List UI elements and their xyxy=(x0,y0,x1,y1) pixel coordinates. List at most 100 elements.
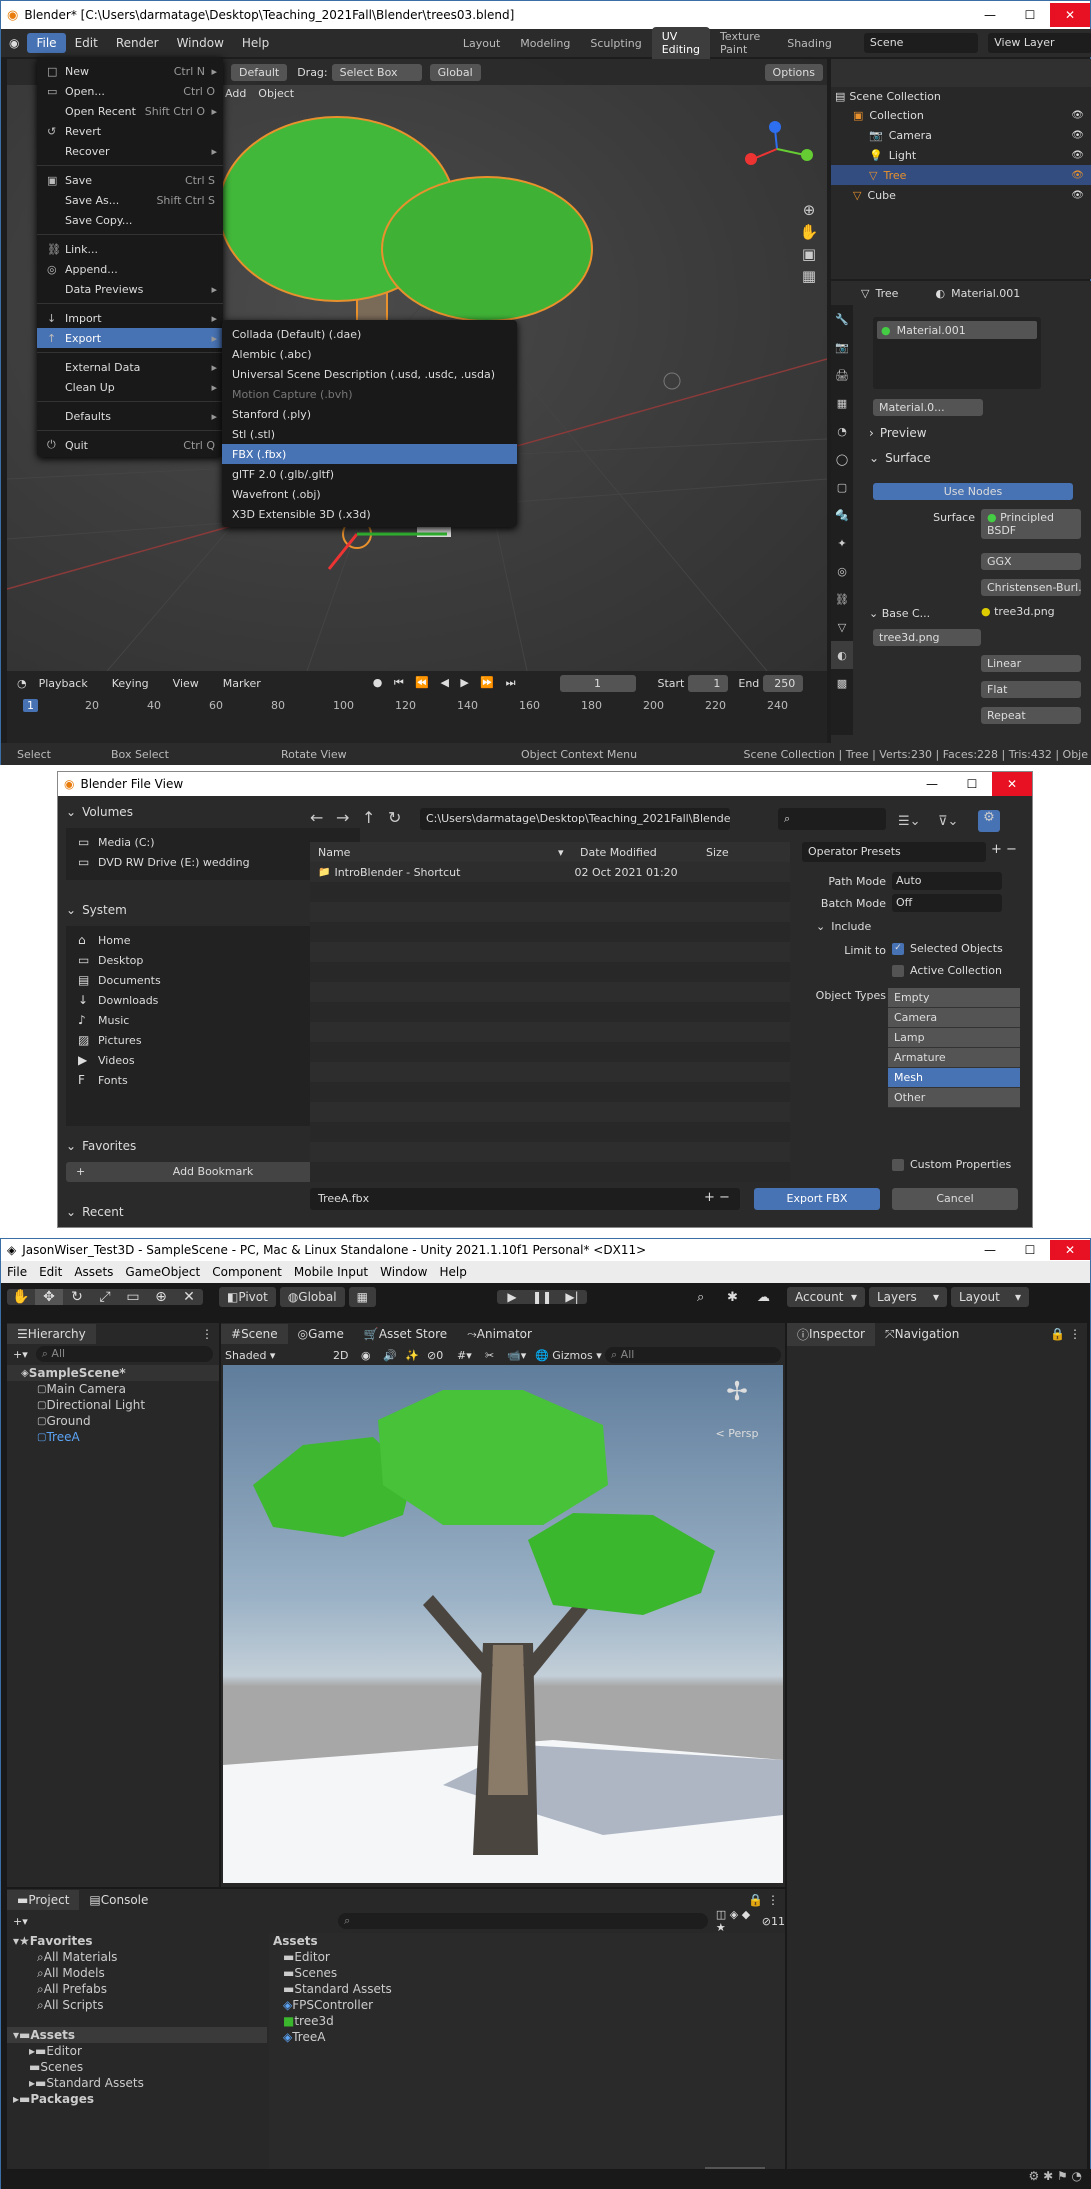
assets-breadcrumb[interactable]: Assets xyxy=(269,1933,785,1949)
layers-dropdown[interactable]: Layers ▾ xyxy=(869,1287,947,1307)
extension-dropdown[interactable]: Repeat xyxy=(981,707,1081,724)
unity-status-icons[interactable]: ⚙ ✱ ⚑ ◔ xyxy=(1,2169,1091,2189)
workspace-modeling[interactable]: Modeling xyxy=(510,34,580,53)
orientation-dropdown[interactable]: Global xyxy=(429,63,481,81)
visibility-eye-icon[interactable]: 👁 xyxy=(1071,130,1084,141)
use-nodes-button[interactable]: Use Nodes xyxy=(873,483,1073,500)
export-menu-item[interactable]: Universal Scene Description (.usd, .usdc… xyxy=(222,364,517,384)
export-menu-item[interactable]: Stl (.stl) xyxy=(222,424,517,444)
timeline-view-menu[interactable]: View xyxy=(165,675,207,692)
visibility-eye-icon[interactable]: 👁 xyxy=(1071,190,1084,201)
file-menu-item[interactable]: Defaults ▸ xyxy=(37,406,223,426)
search-icon-unity[interactable]: ⌕ xyxy=(697,1290,727,1305)
blender-menu-logo-icon[interactable]: ◉ xyxy=(1,36,27,50)
scene-view[interactable]: ✢ < Persp xyxy=(223,1365,783,1883)
scene-tab[interactable]: ⤳ Animator xyxy=(457,1324,542,1345)
object-menu[interactable]: Object xyxy=(252,87,300,100)
u-minimize-button[interactable]: — xyxy=(970,1240,1010,1260)
object-type-toggle[interactable]: Lamp xyxy=(888,1028,1020,1048)
view-layer-tab-icon[interactable]: ▦ xyxy=(831,389,853,417)
visibility-eye-icon[interactable]: 👁 xyxy=(1071,170,1084,181)
file-menu-item[interactable]: Open Recent Shift Ctrl O ▸ xyxy=(37,101,223,121)
outliner-item[interactable]: 📷 Camera 👁 xyxy=(831,125,1091,145)
interpolation-dropdown[interactable]: Linear xyxy=(981,655,1081,672)
grid-icon[interactable]: #▾ xyxy=(457,1349,485,1362)
camera-view-icon[interactable]: ▣ xyxy=(799,243,819,265)
workspace-sculpting[interactable]: Sculpting xyxy=(580,34,651,53)
workspace-texture-paint[interactable]: Texture Paint xyxy=(710,27,777,59)
favorite-item[interactable]: ⌕ All Prefabs xyxy=(7,1981,267,1997)
filename-increment[interactable]: + − xyxy=(704,1190,730,1205)
project-search[interactable]: ⌕ xyxy=(338,1913,708,1929)
keying-menu[interactable]: Keying xyxy=(104,675,157,692)
scene-gizmo[interactable]: ✢ < Persp xyxy=(707,1377,767,1440)
export-menu-item[interactable]: Collada (Default) (.dae) xyxy=(222,324,517,344)
menu-edit[interactable]: Edit xyxy=(66,36,107,50)
outliner-item[interactable]: ▽ Tree 👁 xyxy=(831,165,1091,185)
export-menu-item[interactable]: FBX (.fbx) xyxy=(222,444,517,464)
workspace-layout[interactable]: Layout xyxy=(453,34,510,53)
distribution-dropdown[interactable]: GGX xyxy=(981,553,1081,570)
outliner-item[interactable]: ▣ Collection 👁 xyxy=(831,105,1091,125)
surface-section[interactable]: ⌄ Surface xyxy=(869,451,931,465)
shading-dropdown[interactable]: Shaded ▾ xyxy=(221,1349,333,1362)
hidden-packages-toggle[interactable]: ⊘11 xyxy=(762,1915,785,1928)
export-menu-item[interactable]: Wavefront (.obj) xyxy=(222,484,517,504)
scene-tab[interactable]: # Scene xyxy=(221,1324,288,1344)
tools-icon[interactable]: ✂ xyxy=(485,1349,507,1362)
outliner-item[interactable]: 💡 Light 👁 xyxy=(831,145,1091,165)
unity-menu-item[interactable]: Help xyxy=(433,1265,472,1279)
asset-item[interactable]: ▬ Standard Assets xyxy=(269,1981,785,1997)
refresh-icon[interactable]: ↻ xyxy=(388,808,414,827)
play-icon[interactable]: ▶ xyxy=(497,1290,527,1304)
unity-menu-item[interactable]: Assets xyxy=(68,1265,119,1279)
export-menu-item[interactable]: glTF 2.0 (.glb/.gltf) xyxy=(222,464,517,484)
drag-dropdown[interactable]: Select Box xyxy=(331,63,422,81)
scene-tab[interactable]: 🛒 Asset Store xyxy=(354,1324,457,1344)
display-mode-icon[interactable]: ☰⌄ xyxy=(898,814,938,829)
output-tab-icon[interactable]: 🖨 xyxy=(831,361,853,389)
asset-item[interactable]: ■ tree3d xyxy=(269,2013,785,2029)
current-frame-field[interactable]: 1 xyxy=(559,674,636,692)
zoom-icon[interactable]: ⊕ xyxy=(799,199,819,221)
operator-presets-dropdown[interactable]: Operator Presets xyxy=(802,842,986,862)
scene-tab-icon[interactable]: ◔ xyxy=(831,417,853,445)
subsurface-dropdown[interactable]: Christensen-Burl... xyxy=(981,579,1081,596)
file-menu-item[interactable]: ↓ Import ▸ xyxy=(37,308,223,328)
lighting-icon[interactable]: ◉ xyxy=(361,1349,383,1362)
object-type-toggle[interactable]: Other xyxy=(888,1088,1020,1108)
physics-tab-icon[interactable]: ◎ xyxy=(831,557,853,585)
surface-shader-field[interactable]: ● Principled BSDF xyxy=(981,509,1081,539)
collab-icon[interactable]: ✱ xyxy=(727,1290,757,1305)
axis-gizmo-icon[interactable]: ✢ xyxy=(707,1377,767,1407)
close-button[interactable]: ✕ xyxy=(1050,3,1090,27)
transform-tool-icon[interactable]: ⊕ xyxy=(147,1289,175,1305)
file-menu-item[interactable]: External Data ▸ xyxy=(37,357,223,377)
forward-arrow-icon[interactable]: → xyxy=(336,808,362,827)
hierarchy-add-icon[interactable]: +▾ xyxy=(13,1348,28,1361)
path-field[interactable]: C:\Users\darmatage\Desktop\Teaching_2021… xyxy=(420,808,730,830)
base-color-texture[interactable]: ● tree3d.png xyxy=(981,605,1055,618)
audio-icon[interactable]: 🔊 xyxy=(383,1349,405,1362)
mode-dropdown[interactable]: Default xyxy=(231,63,288,81)
file-menu-item[interactable]: Recover ▸ xyxy=(37,141,223,161)
settings-gear-icon[interactable]: ⚙ xyxy=(978,810,1000,832)
object-type-toggle[interactable]: Armature xyxy=(888,1048,1020,1068)
layout-dropdown[interactable]: Layout ▾ xyxy=(951,1287,1029,1307)
move-tool-icon[interactable]: ✥ xyxy=(35,1289,63,1305)
workspace-uv-editing[interactable]: UV Editing xyxy=(651,27,711,59)
filename-field[interactable]: TreeA.fbx xyxy=(310,1188,740,1210)
playback-menu[interactable]: Playback xyxy=(31,675,96,692)
scene-selector[interactable]: Scene xyxy=(863,33,979,53)
fv-close-button[interactable]: ✕ xyxy=(992,772,1032,796)
data-tab-icon[interactable]: ▽ xyxy=(831,613,853,641)
assets-tree-item[interactable]: ▸▬ Standard Assets xyxy=(7,2075,267,2091)
options-dropdown[interactable]: Options xyxy=(764,63,823,81)
menu-help[interactable]: Help xyxy=(233,36,278,50)
path-mode-dropdown[interactable]: Auto xyxy=(892,872,1002,890)
outliner-root[interactable]: ▤ Scene Collection xyxy=(831,87,1091,105)
world-tab-icon[interactable]: ◯ xyxy=(831,445,853,473)
object-tab-icon[interactable]: ▢ xyxy=(831,473,853,501)
tool-tab-icon[interactable]: 🔧 xyxy=(831,305,853,333)
constraints-tab-icon[interactable]: ⛓ xyxy=(831,585,853,613)
